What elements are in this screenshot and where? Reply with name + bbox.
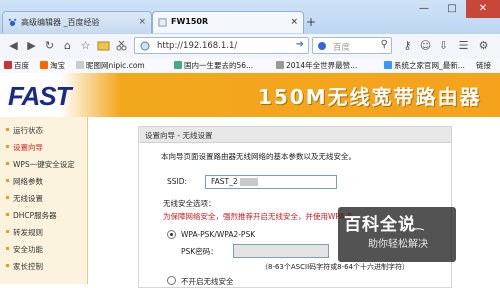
psk-label: PSK密码：: [181, 247, 218, 256]
tab-fw150r[interactable]: FW150R ×: [152, 11, 304, 33]
refresh-icon[interactable]: ↻: [42, 38, 57, 53]
bookmark-item[interactable]: 链接: [476, 60, 491, 71]
home-icon[interactable]: ⌂: [60, 38, 75, 53]
wpa-option-label: WPA-PSK/WPA2-PSK: [181, 230, 256, 239]
ssid-label: SSID:: [167, 177, 188, 186]
browser-tab-bar: 高级编辑器 _百度经验 × FW150R × + — □ ✕: [0, 0, 500, 34]
baidu-icon: [318, 42, 326, 50]
search-box[interactable]: 百度 ⚲: [312, 37, 392, 54]
sidebar-item-status[interactable]: 运行状态: [6, 125, 43, 136]
go-icon[interactable]: ➜: [296, 39, 304, 50]
scissors-icon[interactable]: [114, 38, 129, 53]
router-header: FAST 150M无线宽带路由器: [0, 73, 500, 117]
search-engine-label: 百度: [333, 43, 351, 53]
ssid-input[interactable]: FAST_2: [205, 175, 337, 189]
user-icon[interactable]: ☺: [418, 38, 433, 53]
folder-icon[interactable]: [96, 38, 111, 53]
download-icon[interactable]: ⇩: [436, 38, 451, 53]
back-icon[interactable]: ◀: [6, 38, 21, 53]
router-banner: 150M无线宽带路由器: [258, 85, 482, 109]
sidebar-item-wireless[interactable]: 无线设置: [6, 193, 43, 204]
address-text: http://192.168.1.1/: [157, 41, 238, 51]
bookmark-item[interactable]: 2014年全世界最赞...: [276, 60, 357, 71]
sidebar-item-wizard[interactable]: 设置向导: [6, 142, 43, 153]
bookmark-item[interactable]: 百度: [4, 60, 29, 71]
navigation-bar: ◀ ▶ ↻ ⌂ ☆ http://192.168.1.1/ ➜ 百度 ⚲ ⚷ ☺…: [0, 34, 500, 59]
no-security-label: 不开启无线安全: [181, 277, 234, 286]
close-tab-icon[interactable]: ×: [290, 17, 298, 27]
security-warning: 为保障网络安全，强烈推荐开启无线安全，并使用WPA-P: [163, 212, 352, 221]
router-sidebar: 运行状态 设置向导 WPS一键安全设定 网络参数 无线设置 DHCP服务器 转发…: [0, 117, 88, 284]
search-icon[interactable]: ⚲: [381, 39, 388, 50]
sidebar-item-parental[interactable]: 家长控制: [6, 261, 43, 272]
tab-label: 高级编辑器 _百度经验: [21, 18, 100, 27]
maximize-button[interactable]: □: [438, 0, 466, 18]
panel-title: 设置向导 - 无线设置: [145, 131, 213, 140]
tab-label: FW150R: [171, 17, 209, 26]
watermark-title: 百科全说: [344, 215, 416, 235]
minimize-button[interactable]: —: [410, 0, 438, 18]
page-icon: [158, 18, 167, 27]
ssid-value: FAST_2: [211, 177, 238, 186]
psk-password-input[interactable]: [233, 244, 329, 258]
fast-logo: FAST: [8, 81, 71, 111]
paw-icon: [8, 18, 17, 27]
bookmarks-bar: 百度 淘宝 昵图网nipic.com 国内一生要去的56... 2014年全世界…: [0, 58, 500, 74]
address-bar[interactable]: http://192.168.1.1/ ➜: [134, 37, 309, 54]
tab-baidu-experience[interactable]: 高级编辑器 _百度经验 ×: [2, 11, 152, 33]
watermark-subtitle: 助你轻松解决: [368, 239, 428, 250]
sidebar-item-forwarding[interactable]: 转发规则: [6, 227, 43, 238]
key-icon[interactable]: ⚷: [400, 38, 415, 53]
close-tab-icon[interactable]: ×: [138, 17, 146, 27]
wpa-radio[interactable]: [167, 230, 176, 239]
close-window-button[interactable]: ✕: [466, 0, 500, 18]
bookmark-item[interactable]: 国内一生要去的56...: [174, 60, 253, 71]
watermark-swoosh: [410, 228, 424, 232]
bookmark-item[interactable]: 淘宝: [40, 60, 65, 71]
globe-icon: [140, 41, 150, 51]
intro-text: 本向导页面设置路由器无线网络的基本参数以及无线安全。: [161, 152, 356, 161]
sidebar-item-wps[interactable]: WPS一键安全设定: [6, 159, 75, 170]
forward-icon[interactable]: ▶: [24, 38, 39, 53]
new-tab-button[interactable]: +: [306, 15, 316, 29]
settings-icon[interactable]: ⚙: [476, 38, 491, 53]
redaction-mask: [240, 178, 258, 186]
menu-icon[interactable]: ☰: [456, 38, 471, 53]
favorite-icon[interactable]: ☆: [78, 38, 93, 53]
sidebar-item-dhcp[interactable]: DHCP服务器: [6, 210, 57, 221]
bookmark-item[interactable]: 昵图网nipic.com: [76, 60, 145, 71]
panel-header: 设置向导 - 无线设置: [139, 127, 451, 143]
sidebar-item-network[interactable]: 网络参数: [6, 176, 43, 187]
psk-hint: （8-63个ASCII码字符或8-64个十六进制字符）: [261, 263, 410, 271]
bookmark-item[interactable]: 系统之家官网_最新...: [384, 60, 465, 71]
sidebar-item-security[interactable]: 安全功能: [6, 244, 43, 255]
security-heading: 无线安全选项：: [163, 199, 216, 208]
